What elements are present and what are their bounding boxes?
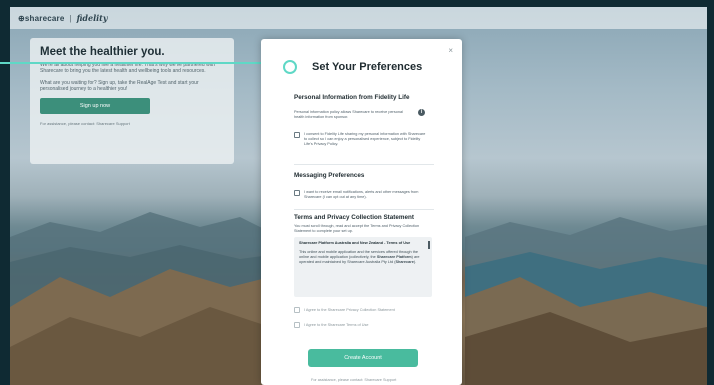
messaging-consent-checkbox[interactable] <box>294 190 300 196</box>
terms-bold: Sharecare Platform <box>376 255 412 259</box>
callout-ring-icon <box>283 60 297 74</box>
terms-bold: Sharecare <box>395 260 414 264</box>
messaging-heading: Messaging Preferences <box>294 172 365 179</box>
modal-assistance-text: For assistance, please contact: Sharecar… <box>311 378 397 382</box>
terms-box-body: This online and mobile application and t… <box>299 250 427 265</box>
personal-info-heading: Personal Information from Fidelity Life <box>294 94 410 101</box>
preferences-modal: × Set Your Preferences Personal Informat… <box>261 39 462 385</box>
fidelity-consent-checkbox[interactable] <box>294 132 300 138</box>
promo-title: Meet the healthier you. <box>40 46 165 58</box>
section-divider <box>294 164 434 165</box>
terms-box-heading: Sharecare Platform Australia and New Zea… <box>299 241 411 245</box>
terms-scroll-box[interactable]: Sharecare Platform Australia and New Zea… <box>294 237 432 297</box>
section-divider <box>294 209 434 210</box>
agree-terms-checkbox[interactable] <box>294 322 300 328</box>
agree-privacy-label: I Agree to the Sharecare Privacy Collect… <box>304 308 395 312</box>
agree-privacy-checkbox[interactable] <box>294 307 300 313</box>
fidelity-logo: fidelity <box>76 13 108 23</box>
callout-connector-line <box>0 62 293 64</box>
promo-card: Meet the healthier you. We're all about … <box>30 38 234 164</box>
brand-name: sharecare <box>24 13 65 23</box>
terms-text: ). <box>413 260 417 264</box>
terms-instructions: You must scroll through, read and accept… <box>294 224 420 233</box>
sharecare-logo[interactable]: ⊕sharecare <box>18 14 65 23</box>
info-icon[interactable]: i <box>418 109 425 116</box>
messaging-consent-label: I want to receive email notifications, a… <box>304 190 419 199</box>
personal-info-policy: Personal information policy allows Share… <box>294 110 403 119</box>
brand-header: ⊕sharecare | fidelity <box>10 7 707 29</box>
sign-up-button[interactable]: Sign up now <box>40 98 150 115</box>
promo-assistance-text: For assistance, please contact: Sharecar… <box>40 121 130 127</box>
fidelity-consent-label: I consent to Fidelity Life sharing my pe… <box>304 132 426 146</box>
agree-terms-label: I Agree to the Sharecare Terms of Use <box>304 323 369 327</box>
brand-separator: | <box>69 13 72 23</box>
modal-title: Set Your Preferences <box>312 61 423 73</box>
scrollbar-thumb[interactable] <box>428 241 430 249</box>
terms-heading: Terms and Privacy Collection Statement <box>294 214 414 221</box>
create-account-button[interactable]: Create Account <box>308 349 418 367</box>
promo-paragraph-2: What are you waiting for? Sign up, take … <box>40 79 199 92</box>
close-icon[interactable]: × <box>448 46 453 55</box>
brand-prefix-icon: ⊕ <box>18 13 25 23</box>
